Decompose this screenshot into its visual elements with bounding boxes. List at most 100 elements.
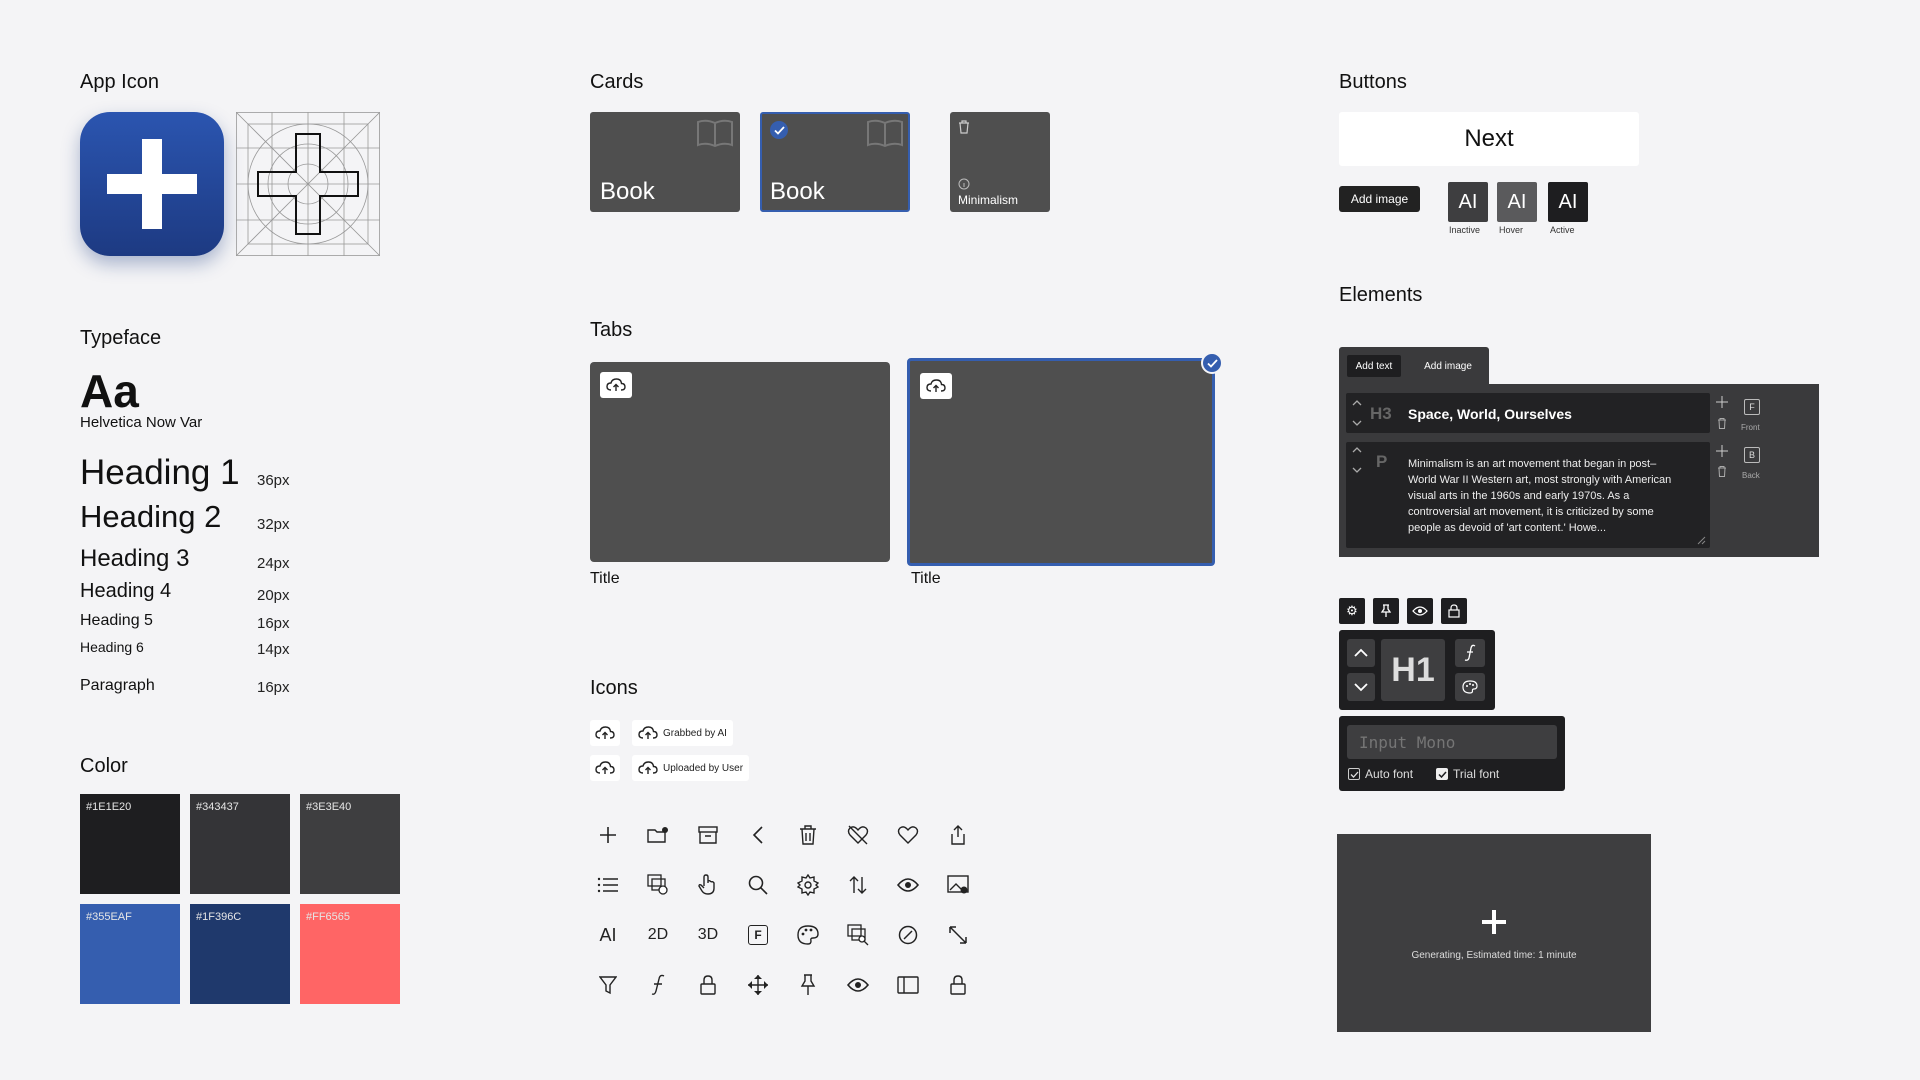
back-icon[interactable]: B bbox=[1744, 447, 1760, 463]
forbidden-icon[interactable] bbox=[893, 920, 923, 950]
expand-icon[interactable] bbox=[943, 920, 973, 950]
hand-pointer-icon[interactable] bbox=[693, 870, 723, 900]
grabbed-by-ai-chip[interactable]: Grabbed by AI bbox=[632, 720, 733, 746]
archive-icon[interactable] bbox=[693, 820, 723, 850]
share-icon[interactable] bbox=[943, 820, 973, 850]
book-card[interactable]: Book bbox=[590, 112, 740, 212]
swatch-1e1e20: #1E1E20 bbox=[80, 794, 180, 894]
eye-icon[interactable] bbox=[843, 970, 873, 1000]
font-box-icon[interactable]: F bbox=[743, 920, 773, 950]
generating-status: Generating, Estimated time: 1 minute bbox=[1411, 950, 1577, 961]
book-icon bbox=[697, 119, 733, 148]
ai-text-icon[interactable]: AI bbox=[593, 920, 623, 950]
heart-off-icon[interactable] bbox=[843, 820, 873, 850]
cloud-upload-button[interactable] bbox=[920, 373, 952, 399]
check-icon bbox=[1350, 771, 1358, 778]
h1-tag[interactable]: H1 bbox=[1381, 639, 1445, 701]
cloud-upload-icon bbox=[638, 761, 658, 774]
function-icon[interactable] bbox=[643, 970, 673, 1000]
lock-icon[interactable] bbox=[693, 970, 723, 1000]
ai-button-inactive[interactable]: AI bbox=[1448, 182, 1488, 222]
h3-tag: H3 bbox=[1370, 404, 1392, 423]
sidebar-panel-icon[interactable] bbox=[893, 970, 923, 1000]
tabs-title: Tabs bbox=[590, 319, 633, 341]
swatch-ff6565: #FF6565 bbox=[300, 904, 400, 1004]
next-button[interactable]: Next bbox=[1339, 112, 1639, 166]
paragraph-text[interactable]: Minimalism is an art movement that began… bbox=[1408, 456, 1678, 536]
search-icon[interactable] bbox=[743, 870, 773, 900]
typeface-sample: Aa bbox=[80, 365, 139, 417]
image-stack-icon[interactable] bbox=[643, 870, 673, 900]
reorder-arrows-icon[interactable] bbox=[1351, 397, 1363, 429]
palette-button[interactable] bbox=[1455, 673, 1485, 701]
cloud-upload-icon bbox=[606, 378, 626, 391]
eye-icon[interactable] bbox=[1407, 598, 1433, 624]
front-icon[interactable]: F bbox=[1744, 399, 1760, 415]
heart-icon[interactable] bbox=[893, 820, 923, 850]
auto-font-label: Auto font bbox=[1365, 767, 1414, 781]
uploaded-by-user-chip[interactable]: Uploaded by User bbox=[632, 755, 750, 781]
move-icon[interactable] bbox=[1716, 396, 1728, 408]
cloud-chip[interactable] bbox=[590, 755, 620, 781]
gear-icon[interactable] bbox=[793, 870, 823, 900]
tab-card[interactable] bbox=[590, 362, 890, 562]
cloud-chip[interactable] bbox=[590, 720, 620, 746]
trash-icon[interactable] bbox=[1717, 418, 1727, 429]
chevron-left-icon[interactable] bbox=[743, 820, 773, 850]
book-card-selected[interactable]: Book bbox=[760, 112, 910, 212]
trash-icon[interactable] bbox=[958, 120, 970, 134]
swatch-label: #FF6565 bbox=[306, 911, 351, 923]
chevron-down-icon bbox=[1354, 683, 1368, 692]
trash-icon[interactable] bbox=[793, 820, 823, 850]
pin-icon[interactable] bbox=[1373, 598, 1399, 624]
h3-text[interactable]: Space, World, Ourselves bbox=[1408, 406, 1572, 422]
paragraph-size: 16px bbox=[257, 679, 290, 696]
trash-icon[interactable] bbox=[1717, 466, 1727, 477]
chevron-up-button[interactable] bbox=[1347, 639, 1375, 667]
folder-add-icon[interactable] bbox=[643, 820, 673, 850]
font-input[interactable] bbox=[1347, 725, 1557, 759]
add-image-button[interactable]: Add image bbox=[1339, 186, 1420, 212]
palette-icon[interactable] bbox=[793, 920, 823, 950]
cloud-upload-icon bbox=[926, 379, 946, 392]
p-tag: P bbox=[1376, 452, 1388, 471]
3d-icon[interactable]: 3D bbox=[693, 920, 723, 950]
minimalism-card[interactable]: Minimalism bbox=[950, 112, 1050, 212]
image-search-icon[interactable] bbox=[843, 920, 873, 950]
gear-icon[interactable]: ⚙ bbox=[1339, 598, 1365, 624]
eye-icon[interactable] bbox=[893, 870, 923, 900]
lock-icon[interactable] bbox=[1441, 598, 1467, 624]
ai-button-active[interactable]: AI bbox=[1548, 182, 1588, 222]
swatch-label: #343437 bbox=[196, 801, 239, 813]
swatch-3e3e40: #3E3E40 bbox=[300, 794, 400, 894]
state-label: Hover bbox=[1499, 225, 1524, 235]
tab-card-selected[interactable] bbox=[907, 358, 1215, 566]
sort-arrows-icon[interactable] bbox=[843, 870, 873, 900]
app-icon-title: App Icon bbox=[80, 71, 159, 93]
list-icon[interactable] bbox=[593, 870, 623, 900]
swatch-label: #1E1E20 bbox=[86, 801, 132, 813]
image-add-icon[interactable] bbox=[943, 870, 973, 900]
swatch-355eaf: #355EAF bbox=[80, 904, 180, 1004]
lock-icon[interactable] bbox=[943, 970, 973, 1000]
cloud-upload-icon bbox=[595, 761, 615, 774]
chevron-down-button[interactable] bbox=[1347, 673, 1375, 701]
move-icon[interactable] bbox=[1716, 445, 1728, 457]
add-text-tab[interactable]: Add text bbox=[1347, 355, 1401, 377]
ai-button-hover[interactable]: AI bbox=[1497, 182, 1537, 222]
2d-icon[interactable]: 2D bbox=[643, 920, 673, 950]
move-icon[interactable] bbox=[743, 970, 773, 1000]
pin-icon[interactable] bbox=[793, 970, 823, 1000]
cloud-upload-icon bbox=[595, 726, 615, 739]
add-image-tab[interactable]: Add image bbox=[1410, 355, 1486, 377]
cloud-upload-button[interactable] bbox=[600, 372, 632, 398]
resize-handle-icon[interactable] bbox=[1697, 536, 1706, 545]
chevron-up-icon bbox=[1354, 648, 1368, 657]
plus-icon bbox=[107, 139, 197, 229]
reorder-arrows-icon[interactable] bbox=[1351, 444, 1363, 476]
function-button[interactable] bbox=[1455, 639, 1485, 667]
filter-icon[interactable] bbox=[593, 970, 623, 1000]
plus-icon[interactable] bbox=[593, 820, 623, 850]
trial-font-checkbox[interactable] bbox=[1436, 768, 1448, 780]
auto-font-checkbox[interactable] bbox=[1348, 768, 1360, 780]
